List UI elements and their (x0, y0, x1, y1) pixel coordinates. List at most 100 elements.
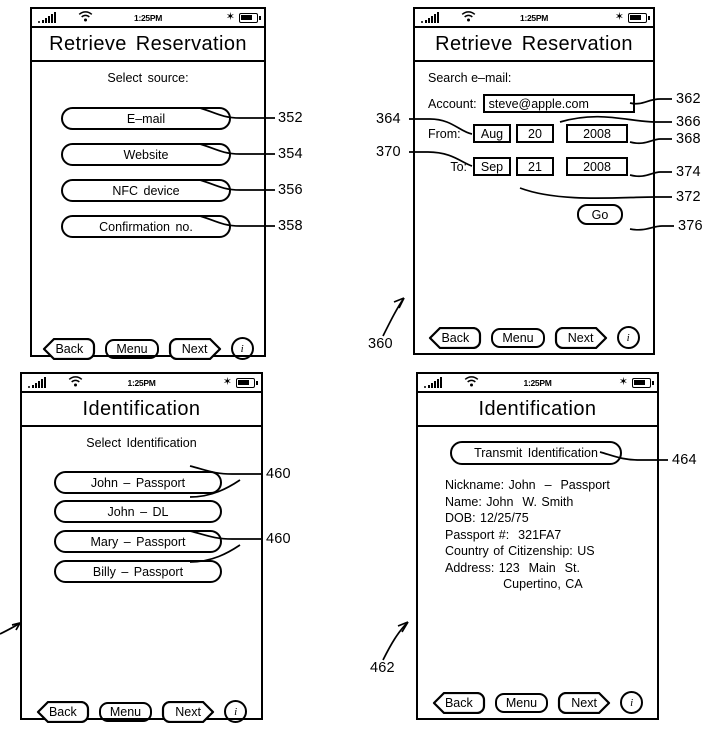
option-label: John – Passport (90, 475, 186, 490)
ref-354: 354 (278, 146, 303, 162)
to-row: To: Sep 21 2008 (428, 157, 628, 176)
next-button[interactable]: Next (161, 700, 215, 723)
ref-374: 374 (676, 164, 701, 180)
ref-364: 364 (376, 111, 401, 127)
next-button[interactable]: Next (557, 691, 611, 714)
back-button[interactable]: Back (36, 700, 90, 723)
detail-address-2: Cupertino, CA (445, 577, 583, 591)
subheading: Select Identification (86, 436, 197, 450)
page-title: Retrieve Reservation (49, 32, 247, 55)
status-bar: 1:25PM ✶ (418, 374, 657, 393)
info-icon[interactable]: i (224, 700, 248, 723)
battery-icon (632, 377, 654, 388)
info-icon[interactable]: i (620, 691, 644, 714)
ref-464: 464 (672, 452, 697, 468)
from-day-field[interactable]: 20 (516, 124, 554, 143)
status-bar-time: 1:25PM (134, 12, 162, 23)
phone-mockup-identification-details: 1:25PM ✶ Identification Transmit Identif… (416, 372, 659, 720)
option-label: Billy – Passport (92, 564, 184, 579)
account-row: Account: steve@apple.com (428, 94, 635, 113)
bottom-nav-bar: Back Menu Next i (22, 700, 261, 723)
option-button-mary-passport[interactable]: Mary – Passport (54, 530, 222, 553)
go-button[interactable]: Go (577, 204, 623, 225)
identification-details: Nickname: John – Passport Name: John W. … (445, 477, 610, 593)
option-button-email[interactable]: E–mail (61, 107, 231, 130)
ref-462: 462 (370, 660, 395, 676)
menu-label: Menu (109, 704, 142, 719)
next-button[interactable]: Next (168, 337, 222, 360)
page-title: Identification (478, 397, 597, 420)
to-day-field[interactable]: 21 (516, 157, 554, 176)
next-label: Next (181, 341, 208, 356)
screen-body: Select Identification John – Passport Jo… (22, 436, 261, 729)
account-input[interactable]: steve@apple.com (482, 94, 635, 113)
account-label: Account: (428, 96, 477, 111)
from-month-field[interactable]: Aug (473, 124, 511, 143)
screen-body: Search e–mail: Account: steve@apple.com … (415, 62, 653, 355)
bottom-nav-bar: Back Menu Next i (415, 326, 653, 349)
status-bar: 1:25PM ✶ (32, 9, 264, 28)
battery-icon (236, 377, 258, 388)
menu-label: Menu (505, 695, 538, 710)
from-row: From: Aug 20 2008 (428, 124, 628, 143)
transmit-identification-button[interactable]: Transmit Identification (450, 441, 622, 465)
ref-368: 368 (676, 131, 701, 147)
page-title: Identification (82, 397, 201, 420)
to-month-field[interactable]: Sep (473, 157, 511, 176)
status-bar: 1:25PM ✶ (22, 374, 261, 393)
bottom-nav-bar: Back Menu Next i (32, 337, 264, 360)
option-label: Mary – Passport (90, 534, 186, 549)
back-label: Back (48, 704, 77, 719)
bottom-nav-bar: Back Menu Next i (418, 691, 657, 714)
ref-356: 356 (278, 182, 303, 198)
screen-title-bar: Retrieve Reservation (32, 28, 264, 62)
option-button-confirmation-no[interactable]: Confirmation no. (61, 215, 231, 238)
battery-icon (628, 12, 650, 23)
option-label: Confirmation no. (99, 219, 193, 234)
to-label: To: (450, 159, 467, 174)
option-label: NFC device (112, 183, 180, 198)
next-label: Next (571, 695, 597, 710)
info-icon[interactable]: i (230, 337, 254, 360)
from-label: From: (428, 126, 461, 141)
transmit-label: Transmit Identification (474, 446, 598, 460)
ref-362: 362 (676, 91, 701, 107)
ref-352: 352 (278, 110, 303, 126)
detail-dob: DOB: 12/25/75 (445, 511, 529, 525)
option-button-john-passport[interactable]: John – Passport (54, 471, 222, 494)
menu-button[interactable]: Menu (105, 338, 159, 359)
back-button[interactable]: Back (42, 337, 96, 360)
from-year-field[interactable]: 2008 (566, 124, 628, 143)
next-button[interactable]: Next (554, 326, 608, 349)
ref-460-b: 460 (266, 531, 291, 547)
ref-376: 376 (678, 218, 703, 234)
screen-body: Transmit Identification Nickname: John –… (418, 427, 657, 720)
option-button-john-dl[interactable]: John – DL (54, 500, 222, 523)
phone-mockup-retrieve-reservation-source: 1:25PM ✶ Retrieve Reservation Select sou… (30, 7, 266, 360)
option-button-nfc-device[interactable]: NFC device (61, 179, 231, 202)
patent-figure-sheet: 1:25PM ✶ Retrieve Reservation Select sou… (0, 0, 703, 742)
ref-460-a: 460 (266, 466, 291, 482)
phone-mockup-identification-select: 1:25PM ✶ Identification Select Identific… (20, 372, 263, 723)
ref-372: 372 (676, 189, 701, 205)
subheading: Search e–mail: (428, 71, 512, 85)
menu-button[interactable]: Menu (98, 701, 153, 722)
back-button[interactable]: Back (432, 691, 486, 714)
detail-citizenship: Country of Citizenship: US (445, 544, 595, 558)
info-icon[interactable]: i (616, 326, 640, 349)
screen-title-bar: Identification (418, 393, 657, 427)
back-button[interactable]: Back (428, 326, 482, 349)
ref-370: 370 (376, 144, 401, 160)
to-year-field[interactable]: 2008 (566, 157, 628, 176)
status-bar: 1:25PM ✶ (415, 9, 653, 28)
screen-title-bar: Retrieve Reservation (415, 28, 653, 62)
page-title: Retrieve Reservation (435, 32, 633, 55)
menu-button[interactable]: Menu (491, 327, 545, 348)
screen-body: Select source: E–mail Website NFC device… (32, 71, 264, 366)
option-button-billy-passport[interactable]: Billy – Passport (54, 560, 222, 583)
go-label: Go (591, 207, 609, 222)
option-button-website[interactable]: Website (61, 143, 231, 166)
option-label: John – DL (107, 504, 169, 519)
ref-358: 358 (278, 218, 303, 234)
menu-button[interactable]: Menu (494, 692, 549, 713)
